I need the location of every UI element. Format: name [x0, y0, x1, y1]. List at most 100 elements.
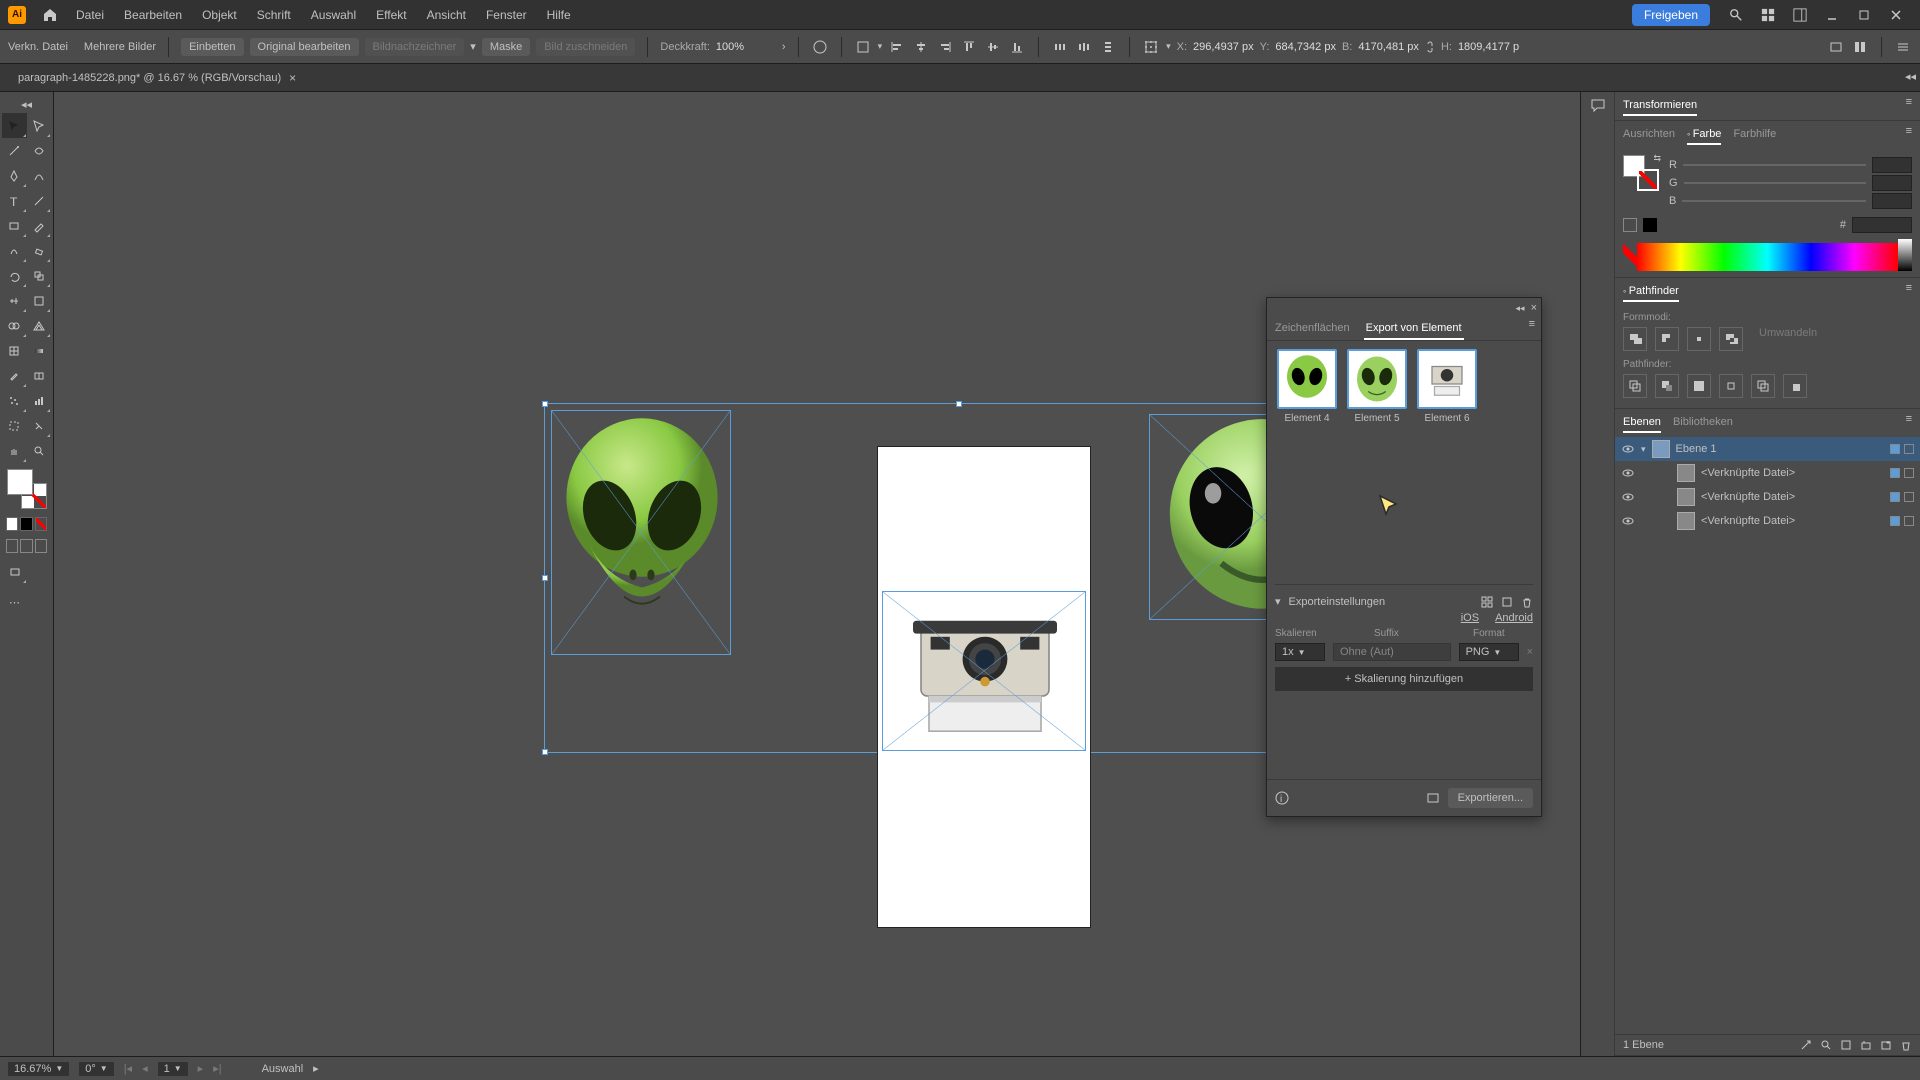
b-value[interactable] — [1872, 193, 1912, 209]
align-tab[interactable]: Ausrichten — [1623, 125, 1675, 145]
shape-builder-tool[interactable] — [2, 313, 27, 338]
asset-thumb-5[interactable]: Element 5 — [1345, 349, 1409, 424]
status-chevron-icon[interactable]: ▸ — [313, 1062, 319, 1075]
panel-collapse-icon[interactable]: ◂◂ — [1516, 303, 1525, 314]
pathfinder-tab[interactable]: ◦ Pathfinder — [1623, 282, 1679, 302]
x-value[interactable]: 296,4937 px — [1193, 41, 1254, 53]
align-chevron-icon[interactable]: ▾ — [878, 41, 883, 52]
dist-v-icon[interactable] — [1099, 38, 1117, 56]
locate-layer-icon[interactable] — [1800, 1039, 1812, 1051]
menu-bearbeiten[interactable]: Bearbeiten — [114, 4, 192, 26]
none-color-icon[interactable] — [1623, 239, 1637, 271]
color-tab[interactable]: ◦ Farbe — [1687, 125, 1721, 145]
color-spectrum[interactable] — [1637, 243, 1898, 271]
zoom-tool[interactable] — [27, 438, 52, 463]
hand-tool[interactable] — [2, 438, 27, 463]
artboards-tab[interactable]: Zeichenflächen — [1273, 318, 1352, 340]
format-select[interactable]: PNG▼ — [1459, 643, 1519, 661]
stroke-swatch[interactable] — [1637, 169, 1659, 191]
unite-icon[interactable] — [1623, 327, 1647, 351]
embed-button[interactable]: Einbetten — [181, 38, 243, 56]
screen-mode-icon[interactable] — [2, 559, 27, 584]
settings-grid-icon[interactable] — [1481, 596, 1493, 608]
toolbox-collapse-icon[interactable]: ◂◂ — [2, 96, 51, 113]
trace-chevron-icon[interactable]: ▾ — [470, 40, 476, 53]
maximize-icon[interactable] — [1852, 3, 1876, 27]
visibility-icon[interactable] — [1621, 490, 1635, 504]
stroke-mini-icon[interactable] — [1643, 218, 1657, 232]
direct-selection-tool[interactable] — [27, 113, 52, 138]
settings-add-icon[interactable] — [1501, 596, 1513, 608]
isolation-icon[interactable] — [1851, 38, 1869, 56]
fill-stroke-swatch[interactable] — [7, 469, 47, 509]
export-element-tab[interactable]: Export von Element — [1364, 318, 1464, 340]
workspace-icon[interactable] — [1788, 3, 1812, 27]
exclude-icon[interactable] — [1719, 327, 1743, 351]
layer-item-name[interactable]: <Verknüpfte Datei> — [1701, 515, 1795, 527]
opacity-value[interactable]: 100% — [716, 41, 776, 53]
delete-layer-icon[interactable] — [1900, 1039, 1912, 1051]
scale-tool[interactable] — [27, 263, 52, 288]
menu-hilfe[interactable]: Hilfe — [537, 4, 581, 26]
color-mode-icon[interactable] — [6, 517, 18, 531]
minus-front-icon[interactable] — [1655, 327, 1679, 351]
search-icon[interactable] — [1724, 3, 1748, 27]
blend-tool[interactable] — [27, 363, 52, 388]
menu-auswahl[interactable]: Auswahl — [301, 4, 366, 26]
transform-panel-tab[interactable]: Transformieren — [1623, 96, 1697, 116]
width-tool[interactable] — [2, 288, 27, 313]
artboard-prev-icon[interactable]: |◂ — [124, 1062, 132, 1075]
eraser-tool[interactable] — [27, 238, 52, 263]
style-icon[interactable] — [811, 38, 829, 56]
layer-expand-icon[interactable]: ▾ — [1641, 444, 1646, 455]
info-icon[interactable]: i — [1275, 791, 1289, 805]
layer-row[interactable]: <Verknüpfte Datei> — [1615, 461, 1920, 485]
link-wh-icon[interactable] — [1425, 39, 1435, 55]
line-tool[interactable] — [27, 188, 52, 213]
shaper-tool[interactable] — [2, 238, 27, 263]
selection-tool[interactable] — [2, 113, 27, 138]
curvature-tool[interactable] — [27, 163, 52, 188]
r-value[interactable] — [1872, 157, 1912, 173]
menu-objekt[interactable]: Objekt — [192, 4, 247, 26]
rotate-tool[interactable] — [2, 263, 27, 288]
dist-hc-icon[interactable] — [1075, 38, 1093, 56]
artboard-nav-select[interactable]: 1 ▼ — [158, 1062, 188, 1076]
pathfinder-menu-icon[interactable]: ≡ — [1906, 282, 1912, 302]
menu-fenster[interactable]: Fenster — [476, 4, 537, 26]
close-icon[interactable] — [1884, 3, 1908, 27]
ios-preset-link[interactable]: iOS — [1461, 612, 1479, 624]
colorguide-tab[interactable]: Farbhilfe — [1733, 125, 1776, 145]
none-mode-icon[interactable] — [35, 517, 47, 531]
layer-row[interactable]: ▾ Ebene 1 — [1615, 437, 1920, 461]
visibility-icon[interactable] — [1621, 442, 1635, 456]
tab-close-icon[interactable]: × — [289, 71, 296, 85]
asset-thumb-4[interactable]: Element 4 — [1275, 349, 1339, 424]
artboard-back-icon[interactable]: ◂ — [142, 1062, 148, 1075]
eyedropper-tool[interactable] — [2, 363, 27, 388]
arrange-icon[interactable] — [1756, 3, 1780, 27]
g-value[interactable] — [1872, 175, 1912, 191]
color-menu-icon[interactable]: ≡ — [1906, 125, 1912, 145]
layer-row[interactable]: <Verknüpfte Datei> — [1615, 485, 1920, 509]
share-button[interactable]: Freigeben — [1632, 4, 1710, 26]
align-top-icon[interactable] — [960, 38, 978, 56]
crop-pathfinder-icon[interactable] — [1719, 374, 1743, 398]
magic-wand-tool[interactable] — [2, 138, 27, 163]
mask-button[interactable]: Maske — [482, 38, 530, 56]
align-menu-icon[interactable] — [854, 38, 872, 56]
align-right-icon[interactable] — [936, 38, 954, 56]
clip-mask-icon[interactable] — [1840, 1039, 1852, 1051]
menu-effekt[interactable]: Effekt — [366, 4, 416, 26]
suffix-input[interactable]: Ohne (Aut) — [1333, 643, 1451, 661]
swap-fill-stroke-icon[interactable]: ⇆ — [1653, 153, 1661, 164]
asset-thumb-6[interactable]: Element 6 — [1415, 349, 1479, 424]
comments-strip-icon[interactable] — [1589, 96, 1607, 114]
artboard-next-icon[interactable]: ▸ — [198, 1062, 204, 1075]
free-transform-tool[interactable] — [27, 288, 52, 313]
artboard-last-icon[interactable]: ▸| — [213, 1062, 221, 1075]
draw-inside-icon[interactable] — [35, 539, 47, 553]
menu-datei[interactable]: Datei — [66, 4, 114, 26]
lasso-tool[interactable] — [27, 138, 52, 163]
expand-panels-icon[interactable]: ◂◂ — [1905, 70, 1916, 83]
